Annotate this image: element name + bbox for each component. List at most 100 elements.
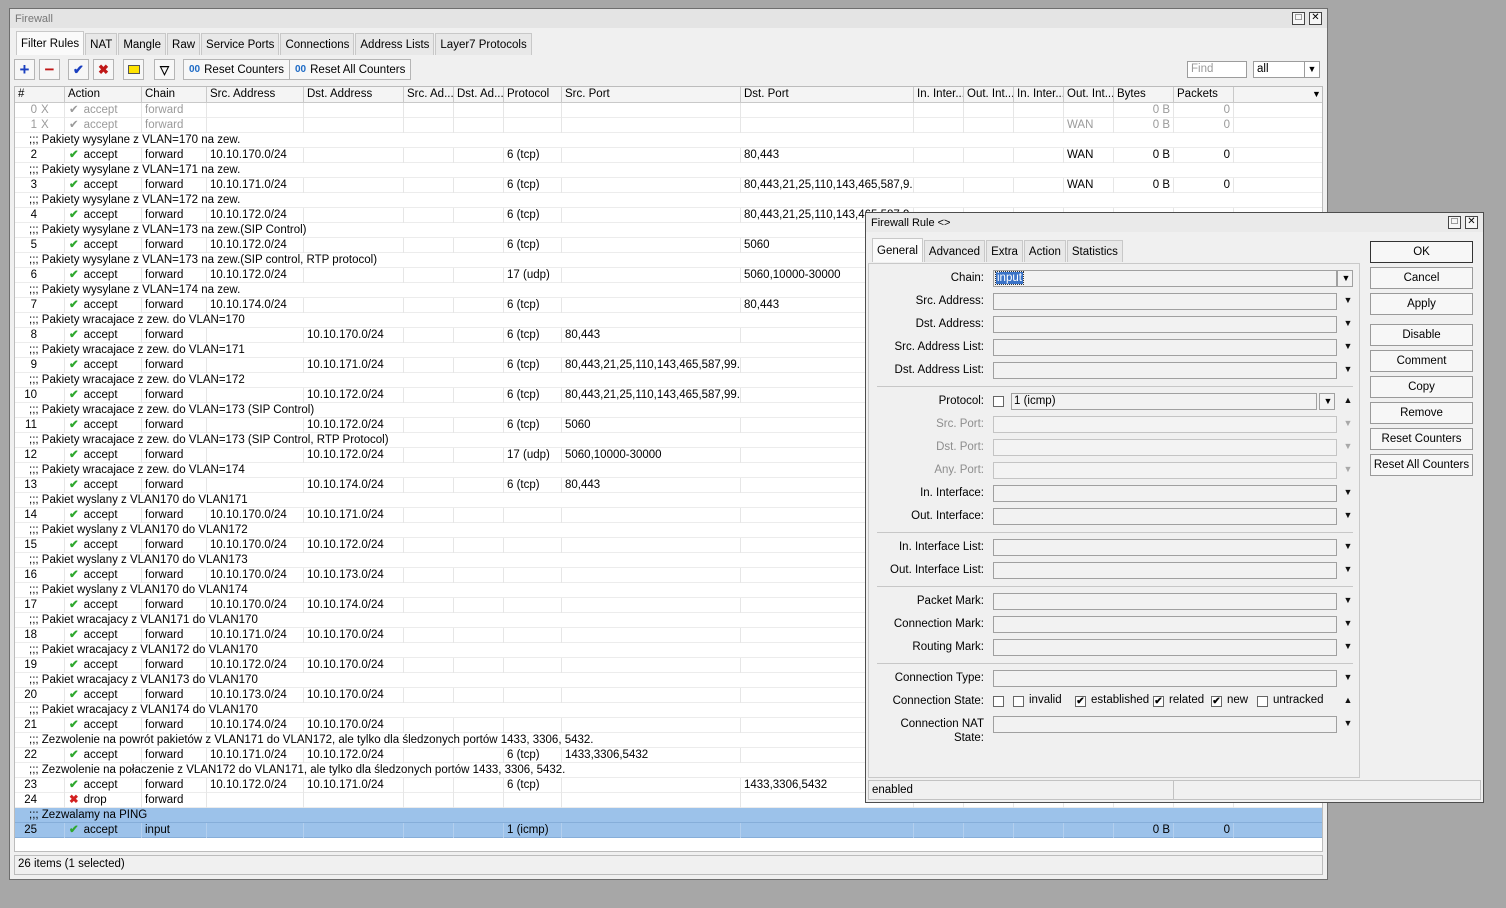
column-header-bytes[interactable]: Bytes (1114, 87, 1174, 103)
dst-port-field[interactable] (993, 439, 1337, 456)
state-untracked-checkbox[interactable] (1257, 696, 1268, 707)
tab-layer7-protocols[interactable]: Layer7 Protocols (435, 33, 532, 55)
routing-mark-field[interactable] (993, 639, 1337, 656)
chain-field[interactable]: input (993, 270, 1337, 287)
firewall-titlebar[interactable]: Firewall (10, 9, 1327, 28)
table-row[interactable]: 25 ✔ accept input 1 (icmp) 0 B0 (15, 823, 1322, 838)
ok-button[interactable]: OK (1370, 241, 1473, 263)
table-row[interactable]: 2 ✔ accept forward 10.10.170.0/24 6 (tcp) 80,4… (15, 148, 1322, 163)
column-header-dst-port[interactable]: Dst. Port (741, 87, 914, 103)
maximize-icon[interactable]: □ (1292, 12, 1305, 25)
column-header-dst-address[interactable]: Dst. Address (304, 87, 404, 103)
dst-address-list-field[interactable] (993, 362, 1337, 379)
tab-raw[interactable]: Raw (167, 33, 201, 55)
reset-all-counters-button[interactable]: 00 Reset All Counters (289, 59, 412, 80)
out-interface-field[interactable] (993, 508, 1337, 525)
rule-comment[interactable]: ;;; Zezwalamy na PING (15, 808, 1322, 823)
chain-dropdown-icon[interactable]: ▼ (1337, 270, 1353, 287)
connection-type-dropdown-icon[interactable]: ▼ (1342, 672, 1354, 682)
routing-mark-dropdown-icon[interactable]: ▼ (1342, 641, 1354, 651)
src-address-list-dropdown-icon[interactable]: ▼ (1342, 341, 1354, 351)
out-interface-dropdown-icon[interactable]: ▼ (1342, 510, 1354, 520)
column-header-out-int[interactable]: Out. Int... (964, 87, 1014, 103)
filter-select[interactable]: all (1253, 61, 1305, 78)
dialog-tab-general[interactable]: General (872, 238, 923, 262)
any-port-dropdown-icon[interactable]: ▼ (1342, 464, 1354, 474)
rule-comment[interactable]: ;;; Pakiety wysylane z VLAN=170 na zew. (15, 133, 1322, 148)
dialog-tab-statistics[interactable]: Statistics (1066, 240, 1123, 262)
remove-button[interactable]: Remove (1370, 402, 1473, 424)
column-header-src-address[interactable]: Src. Address (207, 87, 304, 103)
disable-x-icon[interactable]: ✖ (93, 59, 114, 80)
protocol-dropdown-icon[interactable]: ▼ (1319, 393, 1335, 410)
dst-address-field[interactable] (993, 316, 1337, 333)
connection-state-collapse-icon[interactable]: ▲ (1342, 695, 1354, 705)
in-interface-list-dropdown-icon[interactable]: ▼ (1342, 541, 1354, 551)
column-header-src-ad[interactable]: Src. Ad... (404, 87, 454, 103)
column-header-protocol[interactable]: Protocol (504, 87, 562, 103)
table-row[interactable]: 0 X ✔ accept forward 0 B0 (15, 103, 1322, 118)
column-header-packets[interactable]: Packets (1174, 87, 1234, 103)
comment-button[interactable]: Comment (1370, 350, 1473, 372)
out-interface-list-dropdown-icon[interactable]: ▼ (1342, 564, 1354, 574)
in-interface-dropdown-icon[interactable]: ▼ (1342, 487, 1354, 497)
dialog-close-icon[interactable]: ✕ (1465, 216, 1478, 229)
reset-counters-button[interactable]: 00 Reset Counters (183, 59, 291, 80)
src-port-field[interactable] (993, 416, 1337, 433)
dialog-tab-extra[interactable]: Extra (986, 240, 1023, 262)
in-interface-field[interactable] (993, 485, 1337, 502)
comment-icon[interactable] (123, 59, 144, 80)
add-icon[interactable]: + (14, 59, 35, 80)
column-header-in-inter[interactable]: In. Inter... (1014, 87, 1064, 103)
rule-comment[interactable]: ;;; Pakiety wysylane z VLAN=172 na zew. (15, 193, 1322, 208)
protocol-collapse-icon[interactable]: ▲ (1342, 395, 1354, 405)
reset-all-counters-button[interactable]: Reset All Counters (1370, 454, 1473, 476)
dialog-maximize-icon[interactable]: □ (1448, 216, 1461, 229)
out-interface-list-field[interactable] (993, 562, 1337, 579)
cancel-button[interactable]: Cancel (1370, 267, 1473, 289)
state-new-checkbox[interactable]: ✔ (1211, 696, 1222, 707)
in-interface-list-field[interactable] (993, 539, 1337, 556)
filter-icon[interactable]: ▽ (154, 59, 175, 80)
close-icon[interactable]: ✕ (1309, 12, 1322, 25)
copy-button[interactable]: Copy (1370, 376, 1473, 398)
column-header-src-port[interactable]: Src. Port (562, 87, 741, 103)
connection-mark-dropdown-icon[interactable]: ▼ (1342, 618, 1354, 628)
dialog-tab-advanced[interactable]: Advanced (923, 240, 986, 262)
dialog-tab-action[interactable]: Action (1023, 240, 1066, 262)
reset-counters-button[interactable]: Reset Counters (1370, 428, 1473, 450)
src-address-dropdown-icon[interactable]: ▼ (1342, 295, 1354, 305)
connection-nat-state-field[interactable] (993, 716, 1337, 733)
column-header-out-int[interactable]: Out. Int... (1064, 87, 1114, 103)
tab-service-ports[interactable]: Service Ports (201, 33, 280, 55)
column-header-action[interactable]: Action (65, 87, 142, 103)
column-header-in-inter[interactable]: In. Inter... (914, 87, 964, 103)
src-address-field[interactable] (993, 293, 1337, 310)
disable-button[interactable]: Disable (1370, 324, 1473, 346)
connection-nat-state-dropdown-icon[interactable]: ▼ (1342, 718, 1354, 728)
table-row[interactable]: 3 ✔ accept forward 10.10.171.0/24 6 (tcp) 80,4… (15, 178, 1322, 193)
dst-port-dropdown-icon[interactable]: ▼ (1342, 441, 1354, 451)
protocol-negate-checkbox[interactable] (993, 396, 1004, 407)
src-port-dropdown-icon[interactable]: ▼ (1342, 418, 1354, 428)
apply-button[interactable]: Apply (1370, 293, 1473, 315)
column-header-dst-ad[interactable]: Dst. Ad... (454, 87, 504, 103)
state-related-checkbox[interactable]: ✔ (1153, 696, 1164, 707)
src-address-list-field[interactable] (993, 339, 1337, 356)
table-row[interactable]: 1 X ✔ accept forward WAN 0 B0 (15, 118, 1322, 133)
dst-address-list-dropdown-icon[interactable]: ▼ (1342, 364, 1354, 374)
packet-mark-field[interactable] (993, 593, 1337, 610)
dst-address-dropdown-icon[interactable]: ▼ (1342, 318, 1354, 328)
rule-dialog-titlebar[interactable]: Firewall Rule <> (866, 213, 1483, 232)
filter-dropdown-icon[interactable]: ▼ (1304, 61, 1320, 78)
packet-mark-dropdown-icon[interactable]: ▼ (1342, 595, 1354, 605)
connection-state-negate-checkbox[interactable] (993, 696, 1004, 707)
columns-menu-icon[interactable]: ▼ (1307, 87, 1322, 103)
column-header-chain[interactable]: Chain (142, 87, 207, 103)
tab-nat[interactable]: NAT (85, 33, 118, 55)
any-port-field[interactable] (993, 462, 1337, 479)
rule-comment[interactable]: ;;; Pakiety wysylane z VLAN=171 na zew. (15, 163, 1322, 178)
tab-mangle[interactable]: Mangle (118, 33, 167, 55)
tab-filter-rules[interactable]: Filter Rules (16, 31, 85, 55)
connection-mark-field[interactable] (993, 616, 1337, 633)
